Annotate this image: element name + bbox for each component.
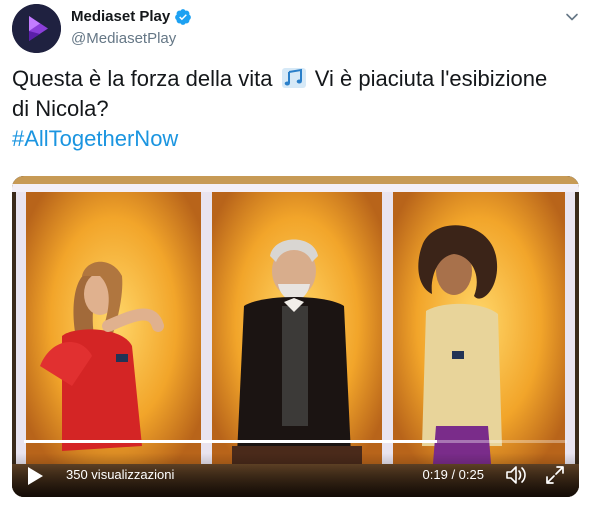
hashtag-link[interactable]: #AllTogetherNow: [12, 124, 582, 154]
tweet-text-part: Vi è piaciuta l'esibizione: [314, 66, 548, 91]
video-frame: [12, 176, 579, 497]
video-progress-bar[interactable]: [24, 440, 567, 443]
author-display-name: Mediaset Play: [71, 8, 171, 25]
view-count: 350 visualizzazioni: [66, 467, 175, 482]
tweet-text-line-1: Questa è la forza della vita Vi è piaciu…: [12, 64, 582, 94]
author-name[interactable]: Mediaset Play: [71, 7, 192, 27]
author-handle[interactable]: @MediasetPlay: [71, 29, 192, 49]
mediaset-play-logo-icon: [12, 4, 61, 53]
musical-notes-icon: [281, 68, 306, 88]
author-block: Mediaset Play @MediasetPlay: [71, 7, 192, 49]
play-icon[interactable]: [26, 466, 44, 486]
video-controls: 350 visualizzazioni 0:19 / 0:25: [12, 453, 579, 497]
tweet: Mediaset Play @MediasetPlay Questa è la …: [0, 0, 597, 506]
verified-badge-icon: [175, 9, 192, 25]
video-progress-fill: [24, 440, 437, 443]
avatar[interactable]: [12, 4, 61, 53]
tweet-text-line-2: di Nicola?: [12, 96, 109, 121]
fullscreen-icon[interactable]: [545, 465, 565, 485]
volume-icon[interactable]: [505, 464, 529, 486]
chevron-down-icon[interactable]: [565, 10, 579, 24]
tweet-text: Questa è la forza della vita Vi è piaciu…: [12, 64, 582, 154]
tweet-text-part: Questa è la forza della vita: [12, 66, 273, 91]
video-time: 0:19 / 0:25: [422, 467, 484, 482]
video-player[interactable]: 350 visualizzazioni 0:19 / 0:25: [12, 176, 579, 497]
